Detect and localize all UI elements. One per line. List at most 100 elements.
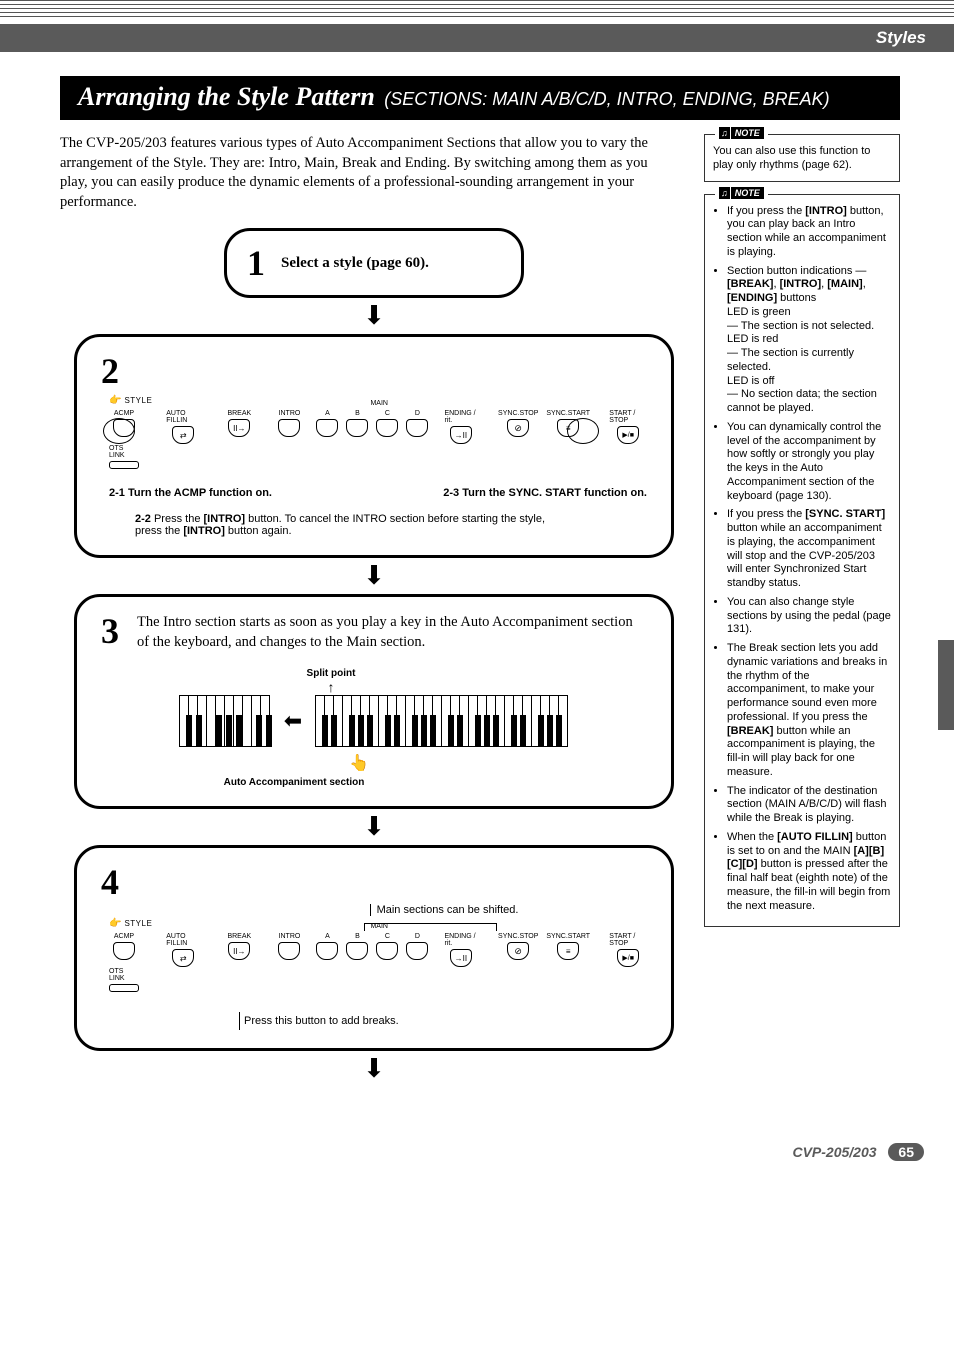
label-syncstop: SYNC.STOP [498,410,538,417]
arrow-down-icon-3: ⬇ [60,813,688,839]
step-1-number: 1 [247,245,265,281]
step-2-box: 2 👉 STYLE ACMP OTS LINK AUTO FILLIN ⇄ [74,334,674,558]
button-syncstop-4[interactable]: ⊘ [507,942,529,960]
note-1-text: You can also use this function to play o… [713,145,891,173]
step-1-box: 1 Select a style (page 60). [224,228,524,298]
label-b: B [355,410,360,417]
button-intro-4[interactable] [278,942,300,960]
button-main-a-4[interactable] [316,942,338,960]
title-sub: (SECTIONS: MAIN A/B/C/D, INTRO, ENDING, … [384,89,829,109]
button-otslink[interactable] [109,461,139,469]
label-c: C [385,410,390,417]
callout-2-2: 2-2 Press the [INTRO] button. To cancel … [135,513,565,537]
circle-syncstart [567,418,599,444]
step-3-box: 3 The Intro section starts as soon as yo… [74,594,674,809]
button-main-b-4[interactable] [346,942,368,960]
arrow-left-icon: ⬅ [284,708,302,734]
callout-2-3: 2-3 Turn the SYNC. START function on. [443,487,647,499]
step-3-text: The Intro section starts as soon as you … [137,613,647,652]
button-main-c-4[interactable] [376,942,398,960]
breaks-callout: Press this button to add breaks. [239,1012,647,1030]
page-number-badge: 65 [888,1143,924,1161]
button-ending[interactable]: →II [450,426,472,444]
button-main-d[interactable] [406,419,428,437]
label-main: MAIN [370,400,388,407]
label-syncstart: SYNC.START [546,410,590,417]
style-section-label: STYLE [124,396,152,405]
main-shift-callout: Main sections can be shifted. [241,904,647,916]
button-autofill-4[interactable]: ⇄ [172,949,194,967]
button-main-a[interactable] [316,419,338,437]
page-footer: CVP-205/203 65 [0,1143,954,1161]
step-3-number: 3 [101,613,119,649]
auto-accomp-section-label: Auto Accompaniment section [101,777,487,788]
step-1-text: Select a style (page 60). [281,255,429,272]
note-2-item: You can also change style sections by us… [727,596,891,637]
button-intro[interactable] [278,419,300,437]
note-box-2: ♫NOTE If you press the [INTRO] button, y… [704,194,900,928]
label-break: BREAK [227,410,251,417]
split-point-label: Split point [271,668,391,679]
section-title: Arranging the Style Pattern (SECTIONS: M… [60,76,900,120]
button-panel-4: ACMPOTS LINK AUTO FILLIN⇄ BREAKII→ INTRO… [109,933,647,992]
note-2-list: If you press the [INTRO] button, you can… [713,205,891,914]
label-otslink: OTS LINK [109,445,139,459]
button-autofill[interactable]: ⇄ [172,426,194,444]
arrow-down-icon-4: ⬇ [60,1055,688,1081]
arrow-down-icon-2: ⬇ [60,562,688,588]
label-intro: INTRO [279,410,301,417]
note-label-1: NOTE [731,127,764,139]
arrow-down-icon: ⬇ [60,302,688,328]
label-autofill: AUTO FILLIN [166,410,200,424]
callout-2-1: 2-1 Turn the ACMP function on. [109,487,272,499]
hand-icon-2: 👉 [109,918,121,929]
callout-2-1-num: 2-1 [109,487,125,499]
note-2-item: When the [AUTO FILLIN] button is set to … [727,831,891,914]
label-ending: ENDING / rit. [444,410,477,424]
callout-2-2-num: 2-2 [135,513,151,525]
button-main-b[interactable] [346,419,368,437]
intro-paragraph: The CVP-205/203 features various types o… [60,134,670,212]
callout-2-3-num: 2-3 [443,487,459,499]
note-icon: ♫ [719,127,730,139]
arrow-up-icon: ↑ [271,679,391,695]
button-break-4[interactable]: II→ [228,942,250,960]
footer-model: CVP-205/203 [792,1144,876,1160]
note-icon-2: ♫ [719,187,730,199]
button-break[interactable]: II→ [228,419,250,437]
note-2-item: The indicator of the destination section… [727,785,891,826]
button-startstop-4[interactable]: ▶/■ [617,949,639,967]
title-main: Arranging the Style Pattern [78,82,375,111]
hand-icon: 👉 [109,395,121,406]
note-2-item: The Break section lets you add dynamic v… [727,642,891,780]
button-ending-4[interactable]: →II [450,949,472,967]
side-tab [938,640,954,730]
keyboard-full [312,695,572,747]
button-panel: ACMP OTS LINK AUTO FILLIN ⇄ BREAK II→ INTRO… [109,410,647,469]
note-box-1: ♫NOTE You can also use this function to … [704,134,900,182]
note-2-item: Section button indications — [BREAK], [I… [727,265,891,416]
callout-2-3-text: Turn the SYNC. START function on. [462,487,647,499]
label-a: A [325,410,330,417]
decorative-top-lines [0,0,954,20]
style-section-label-4: STYLE [124,919,152,928]
note-label-2: NOTE [731,187,764,199]
button-otslink-4[interactable] [109,984,139,992]
button-main-d-4[interactable] [406,942,428,960]
step-4-number: 4 [101,864,119,900]
label-acmp: ACMP [114,410,134,417]
label-d: D [415,410,420,417]
button-main-c[interactable] [376,419,398,437]
note-2-item: If you press the [INTRO] button, you can… [727,205,891,260]
button-syncstop[interactable]: ⊘ [507,419,529,437]
step-4-box: 4 Main sections can be shifted. 👉 STYLE … [74,845,674,1051]
button-acmp-4[interactable] [113,942,135,960]
step-2-number: 2 [101,353,119,389]
label-startstop: START / STOP [609,410,647,424]
header-category: Styles [0,24,954,52]
button-syncstart-4[interactable]: ≡ [557,942,579,960]
note-2-item: If you press the [SYNC. START] button wh… [727,508,891,591]
hand-press-icon: 👆 [349,753,369,773]
callout-2-1-text: Turn the ACMP function on. [128,487,272,499]
button-startstop[interactable]: ▶/■ [617,426,639,444]
